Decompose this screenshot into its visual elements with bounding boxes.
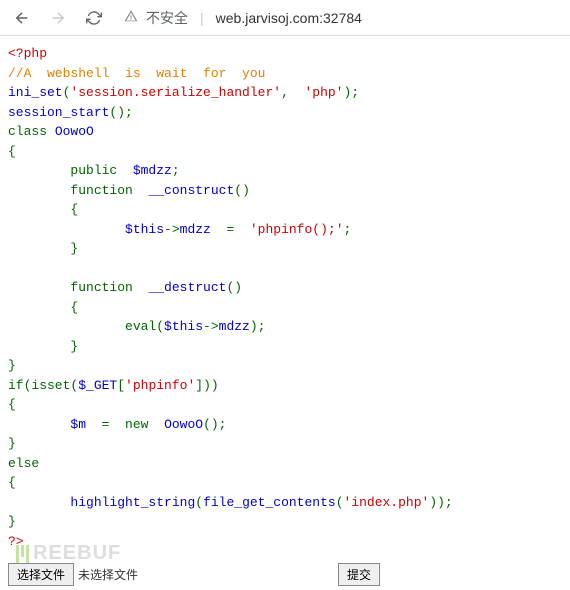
no-file-label: 未选择文件 bbox=[78, 566, 138, 583]
security-label: 不安全 bbox=[146, 8, 188, 28]
watermark-text: REEBUF bbox=[33, 542, 121, 565]
class-name: OowoO bbox=[55, 124, 94, 139]
forward-button[interactable] bbox=[44, 4, 72, 32]
watermark: REEBUF bbox=[16, 542, 121, 565]
comment: //A webshell is wait for you bbox=[8, 66, 265, 81]
reload-button[interactable] bbox=[80, 4, 108, 32]
watermark-logo-icon bbox=[16, 545, 29, 563]
submit-button[interactable]: 提交 bbox=[338, 563, 380, 586]
url-text: web.jarvisoj.com:32784 bbox=[216, 10, 362, 26]
back-button[interactable] bbox=[8, 4, 36, 32]
separator: | bbox=[200, 10, 204, 26]
page-content: <?php //A webshell is wait for you ini_s… bbox=[0, 36, 570, 559]
address-bar[interactable]: 不安全 | web.jarvisoj.com:32784 bbox=[116, 4, 562, 32]
fn-session-start: session_start bbox=[8, 105, 109, 120]
fn-ini-set: ini_set bbox=[8, 85, 63, 100]
php-open-tag: <?php bbox=[8, 46, 47, 61]
warning-icon bbox=[124, 9, 138, 26]
choose-file-button[interactable]: 选择文件 bbox=[8, 563, 74, 586]
browser-toolbar: 不安全 | web.jarvisoj.com:32784 bbox=[0, 0, 570, 36]
